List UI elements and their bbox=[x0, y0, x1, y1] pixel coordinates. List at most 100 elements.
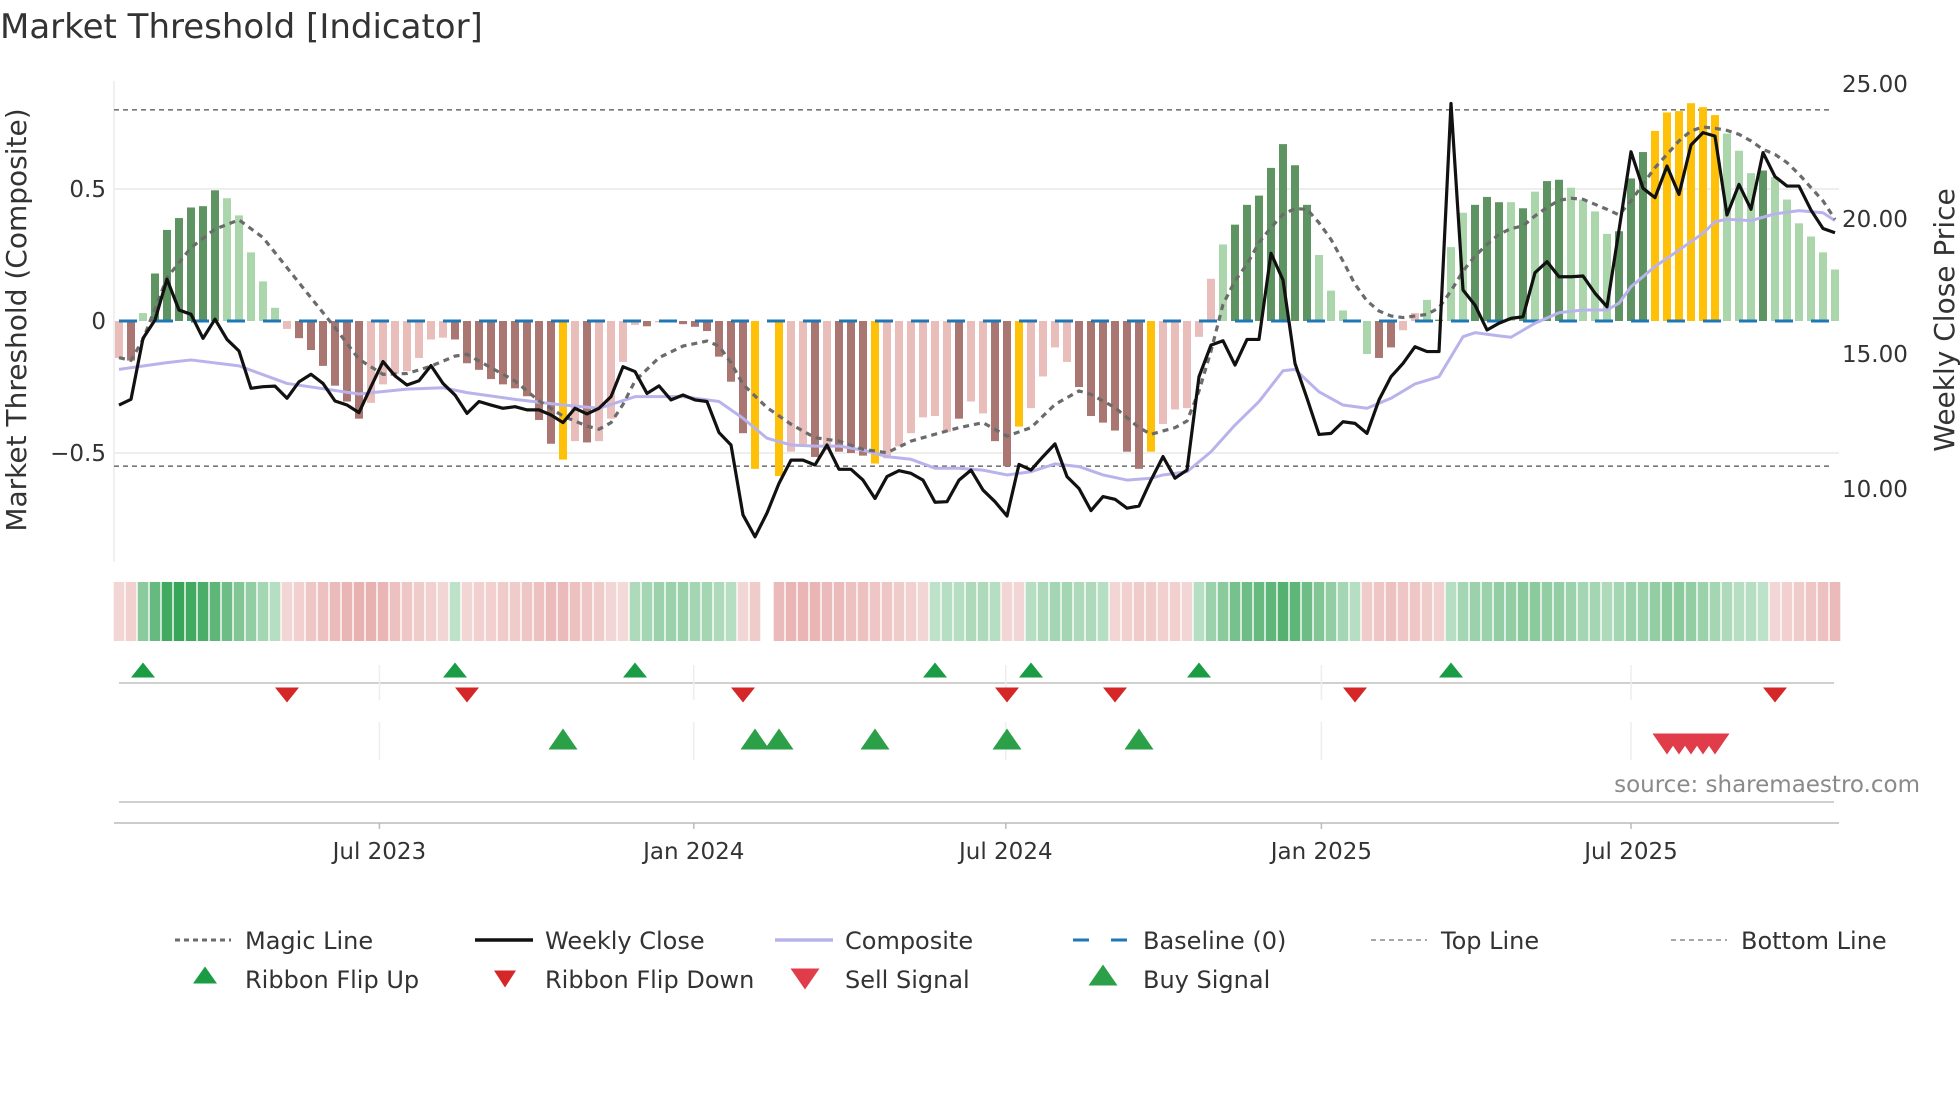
composite-bar bbox=[211, 190, 219, 321]
ribbon-cell bbox=[1109, 582, 1121, 641]
ribbon-cell bbox=[257, 582, 269, 641]
buy-signal-marker bbox=[860, 728, 890, 750]
composite-bar bbox=[1387, 321, 1395, 348]
legend-label: Ribbon Flip Up bbox=[245, 966, 419, 994]
composite-bar bbox=[343, 321, 351, 402]
composite-bar bbox=[451, 321, 459, 340]
ribbon-cell bbox=[1301, 582, 1313, 641]
ribbon-cell bbox=[341, 582, 353, 641]
legend-triangle-down-icon bbox=[494, 970, 516, 988]
ribbon-cell bbox=[221, 582, 233, 641]
ribbon-cell bbox=[677, 582, 689, 641]
ribbon-cell bbox=[401, 582, 413, 641]
composite-bar bbox=[1699, 107, 1707, 321]
x-tick-label: Jul 2023 bbox=[331, 839, 427, 865]
composite-bar bbox=[1783, 199, 1791, 321]
chart-title: Market Threshold [Indicator] bbox=[0, 7, 483, 47]
ribbon-cell bbox=[1289, 582, 1301, 641]
ribbon-cell bbox=[857, 582, 869, 641]
legend-label: Top Line bbox=[1440, 927, 1539, 955]
ribbon-cell bbox=[1097, 582, 1109, 641]
ribbon-cell bbox=[845, 582, 857, 641]
composite-bar bbox=[391, 321, 399, 374]
ribbon-flip-up-marker bbox=[1019, 662, 1043, 678]
right-y-tick-label: 10.00 bbox=[1842, 477, 1908, 503]
ribbon-cell bbox=[1229, 582, 1241, 641]
composite-bar bbox=[1171, 321, 1179, 410]
ribbon-cell bbox=[137, 582, 149, 641]
ribbon-cell bbox=[701, 582, 713, 641]
composite-bar bbox=[1483, 196, 1491, 321]
composite-bar bbox=[883, 321, 891, 459]
ribbon-cell bbox=[617, 582, 629, 641]
left-axis-title: Market Threshold (Composite) bbox=[0, 108, 33, 531]
ribbon-cell bbox=[737, 582, 749, 641]
ribbon-cell bbox=[281, 582, 293, 641]
ribbon-cell bbox=[233, 582, 245, 641]
composite-bar bbox=[1531, 191, 1539, 321]
composite-bar bbox=[907, 321, 915, 434]
composite-bar bbox=[1267, 167, 1275, 321]
ribbon-cell bbox=[581, 582, 593, 641]
ribbon-cell bbox=[1397, 582, 1409, 641]
ribbon-flip-down-marker bbox=[995, 687, 1019, 703]
composite-bar bbox=[919, 321, 927, 418]
ribbon-cell bbox=[929, 582, 941, 641]
composite-bar bbox=[1759, 170, 1767, 321]
ribbon-cell bbox=[521, 582, 533, 641]
ribbon-cell bbox=[1265, 582, 1277, 641]
ribbon-cell bbox=[305, 582, 317, 641]
legend-label: Magic Line bbox=[245, 927, 373, 955]
ribbon-cell bbox=[1661, 582, 1673, 641]
composite-bar bbox=[979, 321, 987, 414]
composite-bar bbox=[1363, 321, 1371, 354]
ribbon-cell bbox=[197, 582, 209, 641]
ribbon-cell bbox=[1637, 582, 1649, 641]
ribbon-cell bbox=[1709, 582, 1721, 641]
x-tick-label: Jan 2024 bbox=[641, 839, 744, 865]
composite-bar bbox=[1123, 321, 1131, 452]
composite-bar bbox=[115, 321, 123, 358]
ribbon-cell bbox=[953, 582, 965, 641]
ribbon-cell bbox=[1601, 582, 1613, 641]
composite-bar bbox=[1183, 321, 1191, 409]
ribbon-cell bbox=[1253, 582, 1265, 641]
ribbon-cell bbox=[977, 582, 989, 641]
ribbon-cell bbox=[1385, 582, 1397, 641]
ribbon-cell bbox=[125, 582, 137, 641]
ribbon-cell bbox=[1685, 582, 1697, 641]
legend-label: Buy Signal bbox=[1143, 966, 1270, 994]
composite-bar bbox=[223, 198, 231, 321]
ribbon-flip-down-marker bbox=[1343, 687, 1367, 703]
composite-bar bbox=[583, 321, 591, 443]
ribbon-cell bbox=[1721, 582, 1733, 641]
composite-bar bbox=[1015, 321, 1023, 427]
buy-signal-marker bbox=[548, 728, 578, 750]
legend-label: Ribbon Flip Down bbox=[545, 966, 754, 994]
ribbon-cell bbox=[293, 582, 305, 641]
ribbon-cell bbox=[1673, 582, 1685, 641]
ribbon-cell bbox=[1337, 582, 1349, 641]
composite-bar bbox=[1243, 204, 1251, 321]
ribbon-cell bbox=[1085, 582, 1097, 641]
composite-bar bbox=[1039, 321, 1047, 377]
ribbon-cell bbox=[1181, 582, 1193, 641]
composite-bar bbox=[1291, 165, 1299, 321]
composite-bar bbox=[1807, 236, 1815, 321]
x-tick-label: Jul 2025 bbox=[1582, 839, 1678, 865]
ribbon-cell bbox=[329, 582, 341, 641]
composite-bar bbox=[199, 206, 207, 321]
ribbon-flip-up-marker bbox=[443, 662, 467, 678]
composite-bar bbox=[1075, 321, 1083, 387]
ribbon-cell bbox=[425, 582, 437, 641]
composite-bar bbox=[1003, 321, 1011, 467]
ribbon-cell bbox=[869, 582, 881, 641]
composite-bar bbox=[727, 321, 735, 382]
ribbon-cell bbox=[821, 582, 833, 641]
composite-bar bbox=[403, 321, 411, 372]
ribbon-cell bbox=[1505, 582, 1517, 641]
ribbon-strip bbox=[113, 582, 1841, 641]
ribbon-cell bbox=[1193, 582, 1205, 641]
buy-signal-marker bbox=[1124, 728, 1154, 750]
ribbon-cell bbox=[353, 582, 365, 641]
